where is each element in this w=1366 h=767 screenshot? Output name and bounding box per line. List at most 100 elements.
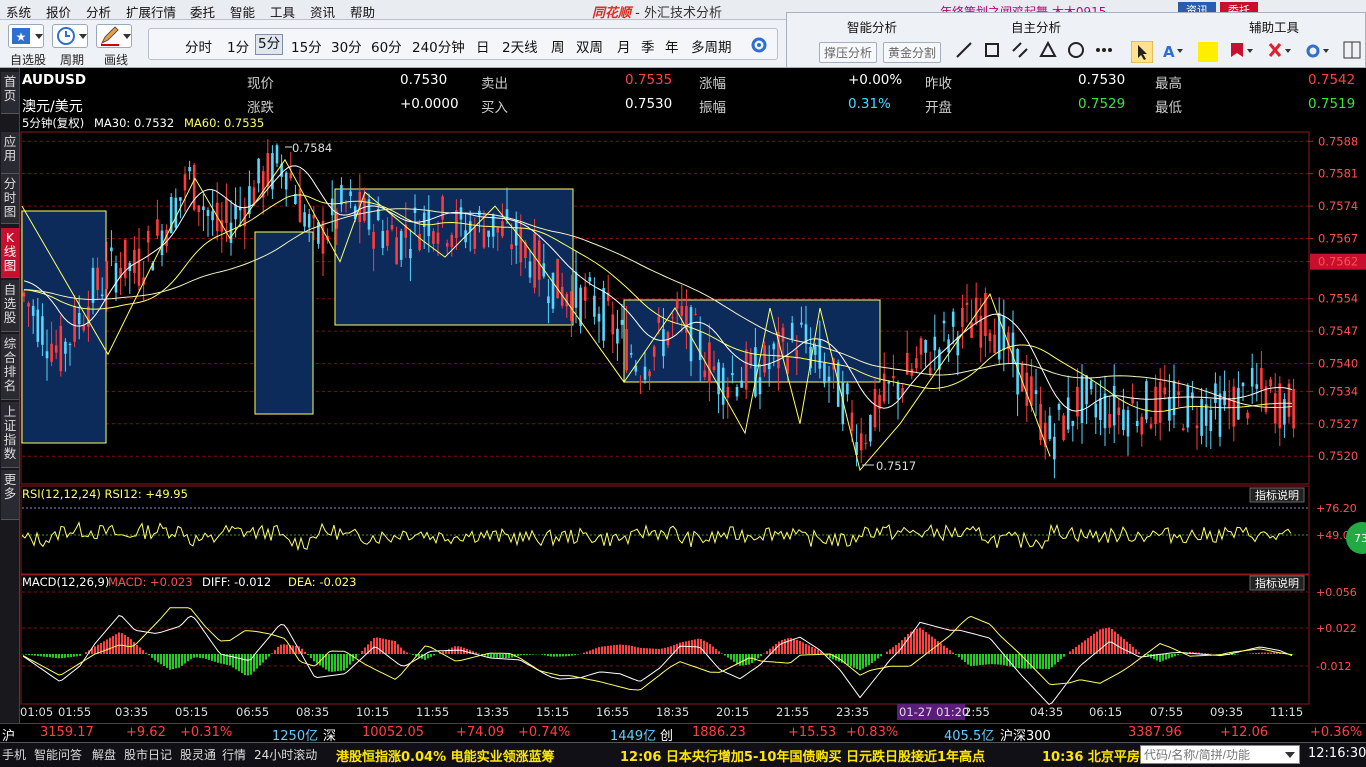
period-240min[interactable]: 240分钟 <box>412 36 465 56</box>
candle-body <box>487 230 490 237</box>
kline-chart-svg[interactable]: 0.7588 0.7581 0.7574 0.7567 0.7562 0.7554 0.75… <box>20 116 1366 723</box>
settings-gear-icon[interactable] <box>1305 41 1331 61</box>
aux-tools-header[interactable]: 辅助工具 <box>1249 17 1299 36</box>
status-market[interactable]: 行情 <box>222 746 246 763</box>
status-mobile[interactable]: 手机 <box>2 746 26 763</box>
menu-smart[interactable]: 智能 <box>230 2 255 21</box>
macd-desc-button: 指标说明 <box>1255 576 1299 590</box>
status-diary[interactable]: 股市日记 <box>124 746 172 763</box>
panel-toggle-icon[interactable] <box>1343 41 1361 59</box>
time-axis-label: 13:35 <box>476 705 509 719</box>
parallel-line-icon[interactable] <box>1011 41 1029 59</box>
sidebar-item-watchlist[interactable]: 自选股 <box>1 280 19 332</box>
period-quarter[interactable]: 季 <box>641 36 655 56</box>
period-60min[interactable]: 60分 <box>371 36 402 56</box>
candle-body <box>537 240 541 280</box>
candle-body <box>432 231 435 244</box>
search-input[interactable] <box>1140 745 1300 764</box>
news-ticker-3[interactable]: 10:36 北京平房 <box>1042 746 1140 765</box>
sidebar-item-more[interactable]: 更多 <box>1 470 19 520</box>
status-rolling[interactable]: 24小时滚动 <box>254 746 317 763</box>
time-axis-label: 09:35 <box>1210 705 1243 719</box>
period-month[interactable]: 月 <box>617 36 631 56</box>
text-tool-icon[interactable]: A <box>1161 41 1185 61</box>
sidebar-item-kline[interactable]: K线图 <box>1 228 19 278</box>
candle-body <box>399 230 403 260</box>
candle-body <box>96 267 99 290</box>
sidebar-item-home[interactable]: 首页 <box>1 72 19 114</box>
status-analysis[interactable]: 解盘 <box>92 746 116 763</box>
time-axis-label: 11:15 <box>1270 705 1303 719</box>
menu-help[interactable]: 帮助 <box>350 2 375 21</box>
rect-draw-icon[interactable] <box>983 41 1001 59</box>
status-qa[interactable]: 智能问答 <box>34 746 82 763</box>
dropdown-arrow-icon[interactable] <box>1284 749 1296 761</box>
menu-trade[interactable]: 委托 <box>190 2 215 21</box>
line-draw-icon[interactable] <box>955 41 973 59</box>
candle-body <box>942 320 946 324</box>
time-axis-label: 16:55 <box>596 705 629 719</box>
period-year[interactable]: 年 <box>665 36 679 56</box>
candle-body <box>593 295 596 317</box>
period-5min[interactable]: 5分 <box>255 34 284 55</box>
time-axis-label: 03:35 <box>115 705 148 719</box>
more-icon[interactable] <box>1095 41 1113 59</box>
menu-news[interactable]: 资讯 <box>310 2 335 21</box>
candle-body <box>731 373 734 376</box>
candle-body <box>45 351 49 359</box>
period-1min[interactable]: 1分 <box>227 36 249 56</box>
period-timeshare[interactable]: 分时 <box>185 36 212 56</box>
candle-body <box>1246 412 1249 419</box>
quote-label: 最低 <box>1155 100 1182 116</box>
candle-body <box>174 197 178 228</box>
sidebar-item-ranking[interactable]: 综合排名 <box>1 334 19 400</box>
gear-icon[interactable] <box>749 35 769 55</box>
news-ticker-2[interactable]: 12:06 日本央行增加5-10年国债购买 日元跌日股接近1年高点 <box>620 746 985 765</box>
triangle-draw-icon[interactable] <box>1039 41 1057 59</box>
menu-extended[interactable]: 扩展行情 <box>126 2 176 21</box>
candle-body <box>1204 404 1208 426</box>
quote-label: 卖出 <box>481 76 508 92</box>
period-multi[interactable]: 多周期 <box>691 36 732 56</box>
period-tool[interactable] <box>52 24 88 48</box>
period-2day[interactable]: 2天线 <box>502 36 538 56</box>
delete-icon[interactable] <box>1267 41 1293 61</box>
sidebar-item-sh-index[interactable]: 上证指数 <box>1 402 19 468</box>
period-15min[interactable]: 15分 <box>291 36 322 56</box>
status-gulingtong[interactable]: 股灵通 <box>180 746 216 763</box>
period-30min[interactable]: 30分 <box>331 36 362 56</box>
watchlist-tool[interactable]: ★ <box>8 24 44 48</box>
candle-body <box>859 433 863 451</box>
kline-ytick-label: 0.7567 <box>1318 232 1358 246</box>
candle-body <box>1269 379 1272 386</box>
candle-body <box>993 334 996 353</box>
menu-system[interactable]: 系统 <box>6 2 31 21</box>
color-swatch-icon[interactable] <box>1197 41 1219 63</box>
candle-body <box>1292 388 1295 429</box>
sidebar-item-timeshare[interactable]: 分时图 <box>1 174 19 224</box>
menu-analysis[interactable]: 分析 <box>86 2 111 21</box>
candle-body <box>588 277 592 282</box>
menu-quote[interactable]: 报价 <box>46 2 71 21</box>
period-day[interactable]: 日 <box>476 36 490 56</box>
menu-tools[interactable]: 工具 <box>270 2 295 21</box>
time-axis-label: 11:55 <box>416 705 449 719</box>
sidebar-item-apps[interactable]: 应用 <box>1 132 19 174</box>
rsi-badge: 73 <box>1354 532 1366 545</box>
golden-section-button[interactable]: 黄金分割 <box>883 42 942 63</box>
sidebar-more-label: 更多 <box>3 472 17 501</box>
smart-analysis-header[interactable]: 智能分析 <box>847 17 897 36</box>
support-resistance-button[interactable]: 撑压分析 <box>819 42 878 63</box>
period-week[interactable]: 周 <box>551 36 565 56</box>
draw-tool[interactable] <box>96 24 132 48</box>
self-analysis-header[interactable]: 自主分析 <box>1011 17 1061 36</box>
candle-body <box>257 158 260 184</box>
period-2week[interactable]: 双周 <box>576 36 603 56</box>
cursor-icon[interactable] <box>1131 41 1153 63</box>
bookmark-icon[interactable] <box>1229 41 1255 61</box>
rsi-panel-border <box>20 485 1310 575</box>
news-ticker-1[interactable]: 港股恒指涨0.04% 电能实业领涨蓝筹 <box>336 746 555 765</box>
circle-draw-icon[interactable] <box>1067 41 1085 59</box>
candle-body <box>390 225 394 230</box>
chart-area[interactable]: 0.7588 0.7581 0.7574 0.7567 0.7562 0.7554 0.75… <box>20 116 1366 723</box>
